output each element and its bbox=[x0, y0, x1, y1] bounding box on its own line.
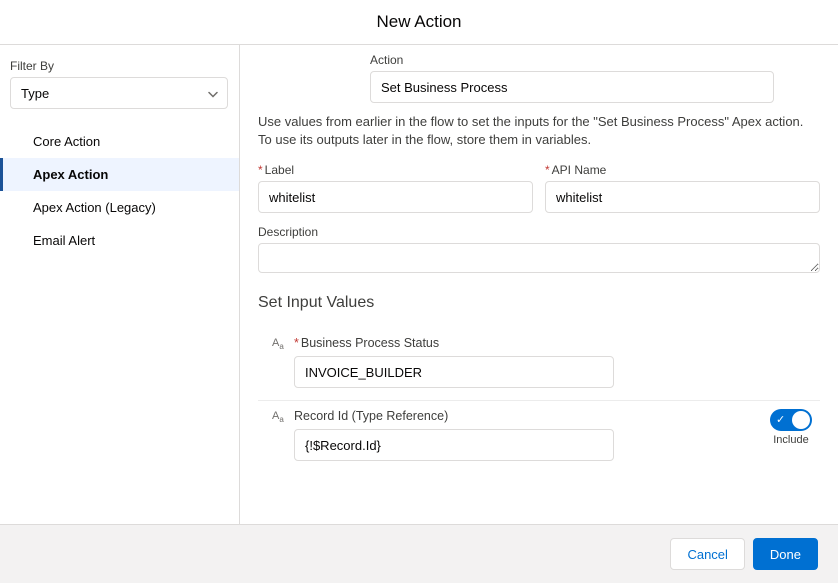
required-asterisk: * bbox=[294, 336, 299, 350]
done-button[interactable]: Done bbox=[753, 538, 818, 570]
input-label: *Business Process Status bbox=[294, 336, 614, 350]
modal-title: New Action bbox=[0, 12, 838, 32]
sidebar-item-apex-action-legacy[interactable]: Apex Action (Legacy) bbox=[0, 191, 239, 224]
description-input[interactable] bbox=[258, 243, 820, 273]
input-label: Record Id (Type Reference) bbox=[294, 409, 614, 423]
text-type-icon: Aa bbox=[272, 338, 288, 351]
action-label: Action bbox=[370, 53, 774, 67]
include-toggle-label: Include bbox=[770, 434, 812, 446]
modal-body: Filter By Type Core Action Apex Action A… bbox=[0, 45, 838, 524]
filter-by-value: Type bbox=[21, 86, 49, 101]
filter-by-select[interactable]: Type bbox=[10, 77, 228, 109]
set-input-values-title: Set Input Values bbox=[258, 294, 820, 312]
required-asterisk: * bbox=[258, 163, 263, 177]
sidebar-item-email-alert[interactable]: Email Alert bbox=[0, 224, 239, 257]
sidebar-item-core-action[interactable]: Core Action bbox=[0, 125, 239, 158]
cancel-button[interactable]: Cancel bbox=[670, 538, 744, 570]
business-process-status-input[interactable] bbox=[294, 356, 614, 388]
action-input[interactable] bbox=[370, 71, 774, 103]
hint-text: Use values from earlier in the flow to s… bbox=[258, 113, 820, 149]
check-icon: ✓ bbox=[776, 413, 785, 426]
api-name-field-label: *API Name bbox=[545, 163, 820, 177]
modal-header: New Action bbox=[0, 0, 838, 45]
sidebar: Filter By Type Core Action Apex Action A… bbox=[0, 45, 240, 524]
label-field-label: *Label bbox=[258, 163, 533, 177]
record-id-input[interactable] bbox=[294, 429, 614, 461]
include-toggle-wrap: ✓ Include bbox=[770, 409, 812, 446]
api-name-input[interactable] bbox=[545, 181, 820, 213]
input-row-record-id: Aa Record Id (Type Reference) ✓ Include bbox=[258, 403, 820, 473]
modal-footer: Cancel Done bbox=[0, 524, 838, 583]
include-toggle[interactable]: ✓ bbox=[770, 409, 812, 431]
required-asterisk: * bbox=[545, 163, 550, 177]
label-input[interactable] bbox=[258, 181, 533, 213]
filter-type-list: Core Action Apex Action Apex Action (Leg… bbox=[0, 125, 239, 257]
sidebar-item-apex-action[interactable]: Apex Action bbox=[0, 158, 239, 191]
description-label: Description bbox=[258, 225, 820, 239]
input-row-business-process-status: Aa *Business Process Status bbox=[258, 330, 820, 401]
content-panel: Action Use values from earlier in the fl… bbox=[240, 45, 838, 524]
text-type-icon: Aa bbox=[272, 411, 288, 424]
filter-by-label: Filter By bbox=[10, 59, 239, 73]
